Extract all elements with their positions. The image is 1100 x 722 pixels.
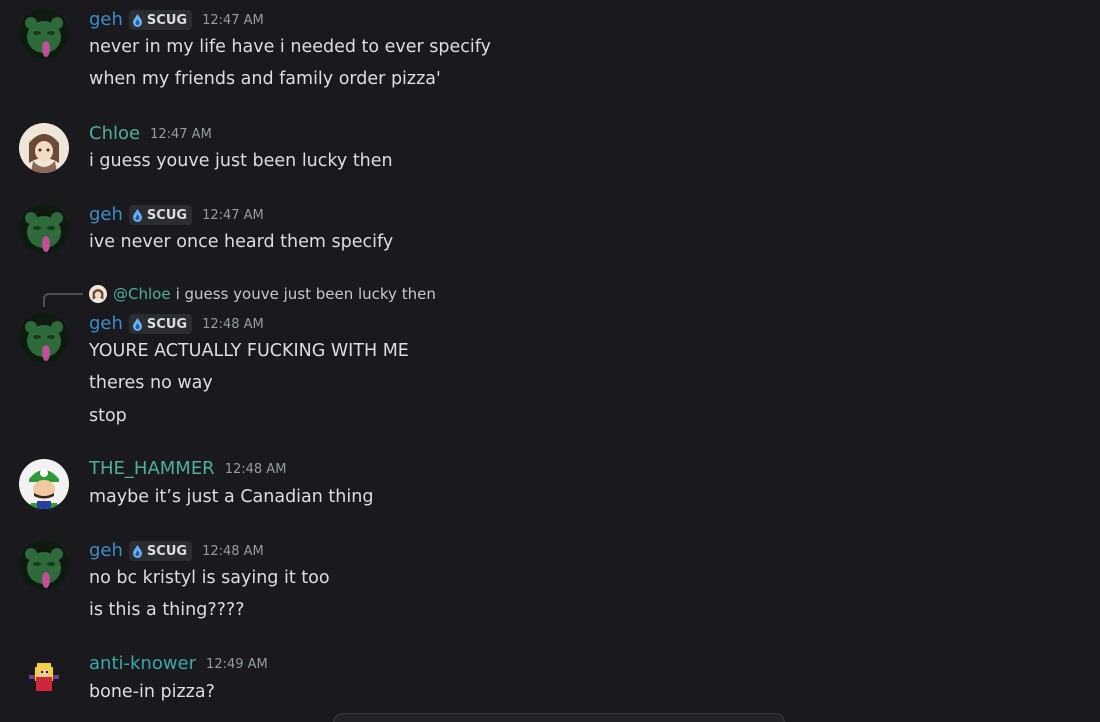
username[interactable]: Chloe <box>89 122 140 146</box>
guild-tag-badge[interactable]: SCUG <box>128 205 193 225</box>
message-text: theres no way <box>89 373 213 393</box>
green-creature-avatar[interactable] <box>19 540 69 590</box>
guild-tag-label: SCUG <box>146 543 188 559</box>
message-text: stop <box>89 406 127 426</box>
username[interactable]: geh <box>89 312 123 336</box>
message-text: is this a thing???? <box>89 600 245 620</box>
green-creature-avatar[interactable] <box>19 9 69 59</box>
timestamp: 12:49 AM <box>206 656 268 672</box>
message-text: YOURE ACTUALLY FUCKING WITH ME <box>89 341 409 361</box>
anime-character-avatar[interactable] <box>19 123 69 173</box>
username[interactable]: anti-knower <box>89 652 196 676</box>
message-header: THE_HAMMER 12:48 AM <box>89 457 286 481</box>
guild-tag-label: SCUG <box>146 316 188 332</box>
chat-message-list: geh SCUG 12:47 AM never in my life have … <box>0 0 1100 722</box>
message-text: no bc kristyl is saying it too <box>89 568 330 588</box>
message-header: anti-knower 12:49 AM <box>89 652 268 676</box>
reply-preview[interactable]: @Chloe i guess youve just been lucky the… <box>89 283 436 305</box>
luigi-avatar[interactable] <box>19 459 69 509</box>
message-text: i guess youve just been lucky then <box>89 151 393 171</box>
reply-text[interactable]: i guess youve just been lucky then <box>176 285 436 303</box>
message-header: geh SCUG 12:48 AM <box>89 312 264 336</box>
water-drop-icon <box>132 208 142 222</box>
timestamp: 12:48 AM <box>202 316 264 332</box>
water-drop-icon <box>132 544 142 558</box>
green-creature-avatar[interactable] <box>19 204 69 254</box>
guild-tag-badge[interactable]: SCUG <box>128 10 193 30</box>
message-header: geh SCUG 12:47 AM <box>89 203 264 227</box>
message-header: geh SCUG 12:48 AM <box>89 539 264 563</box>
green-creature-avatar[interactable] <box>19 313 69 363</box>
message-text: when my friends and family order pizza' <box>89 69 441 89</box>
username[interactable]: THE_HAMMER <box>89 457 215 481</box>
reply-connector <box>43 293 83 307</box>
timestamp: 12:48 AM <box>202 543 264 559</box>
reply-mention[interactable]: @Chloe <box>113 285 171 303</box>
guild-tag-badge[interactable]: SCUG <box>128 314 193 334</box>
jump-to-present-bar[interactable] <box>333 713 785 722</box>
guild-tag-label: SCUG <box>146 12 188 28</box>
username[interactable]: geh <box>89 539 123 563</box>
username[interactable]: geh <box>89 203 123 227</box>
water-drop-icon <box>132 317 142 331</box>
message-header: Chloe 12:47 AM <box>89 122 212 146</box>
guild-tag-label: SCUG <box>146 207 188 223</box>
message-text: ive never once heard them specify <box>89 232 394 252</box>
message-text: bone-in pizza? <box>89 682 215 702</box>
timestamp: 12:47 AM <box>202 207 264 223</box>
timestamp: 12:48 AM <box>224 461 287 477</box>
water-drop-icon <box>132 13 142 27</box>
message-text: maybe it’s just a Canadian thing <box>89 487 374 507</box>
reply-avatar <box>89 285 107 303</box>
pixel-character-avatar[interactable] <box>19 653 69 703</box>
timestamp: 12:47 AM <box>150 126 212 142</box>
message-header: geh SCUG 12:47 AM <box>89 8 264 32</box>
guild-tag-badge[interactable]: SCUG <box>128 541 193 561</box>
timestamp: 12:47 AM <box>202 12 264 28</box>
message-text: never in my life have i needed to ever s… <box>89 37 491 57</box>
username[interactable]: geh <box>89 8 123 32</box>
